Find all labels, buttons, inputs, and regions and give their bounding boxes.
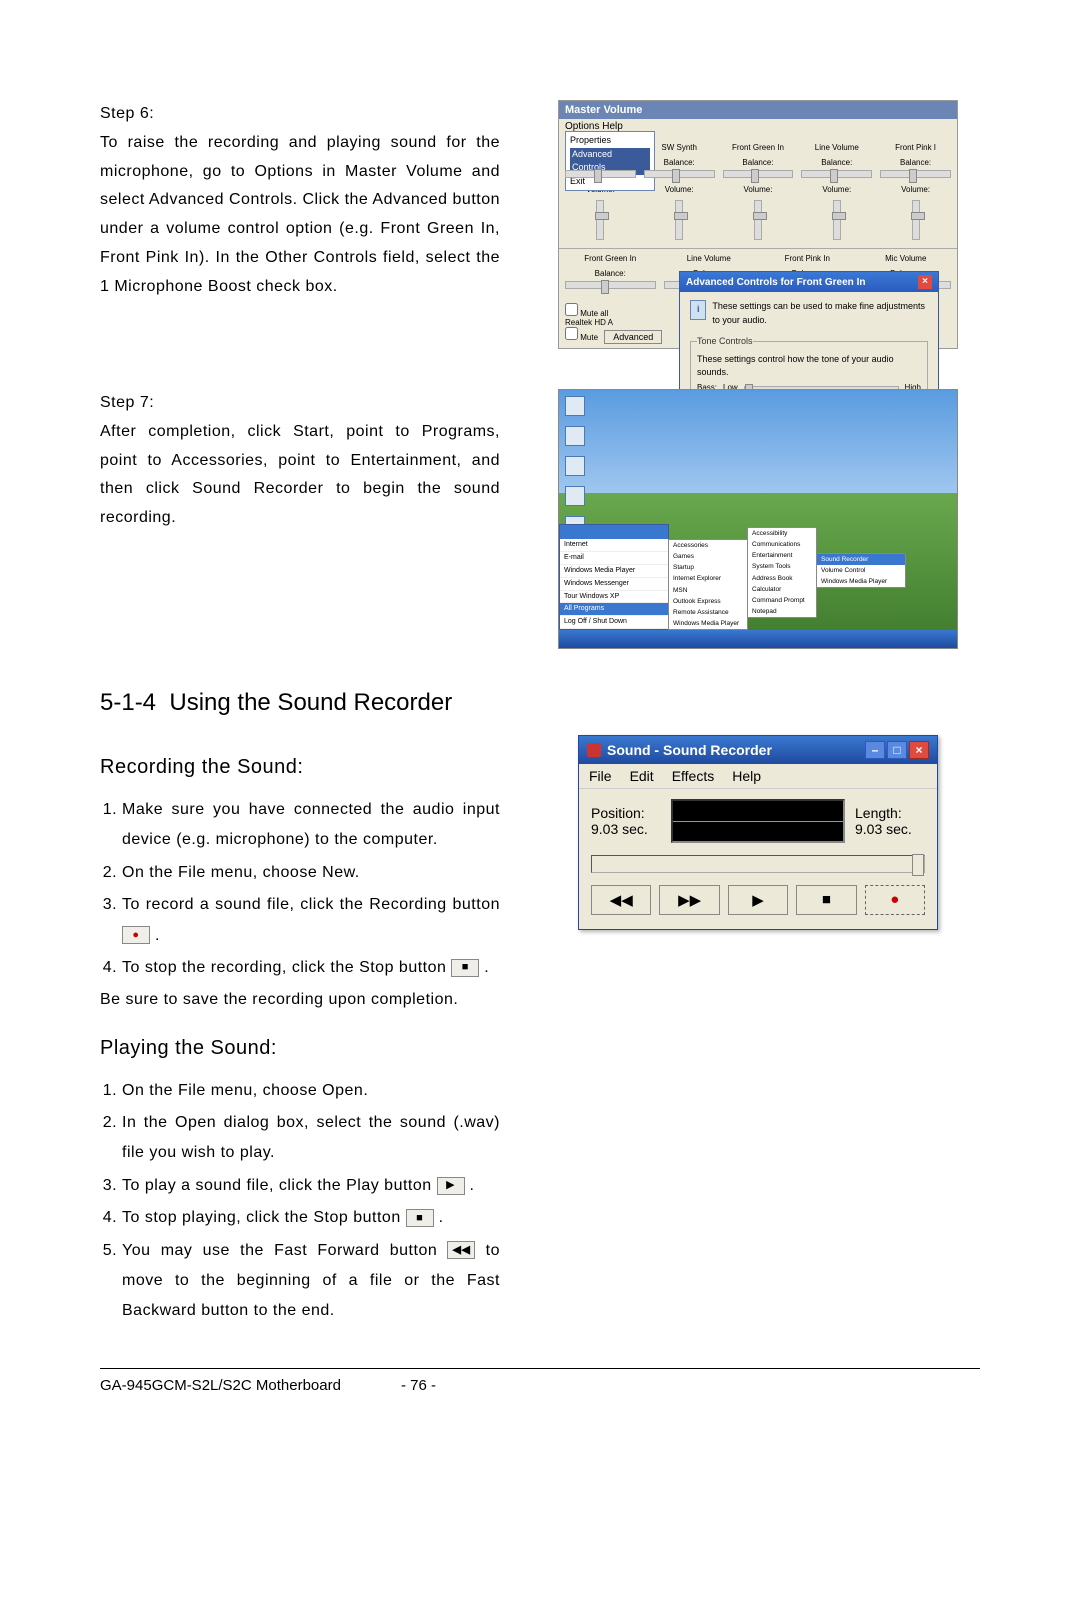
playing-steps: On the File menu, choose Open. In the Op… — [100, 1076, 500, 1327]
seek-start-button[interactable]: ◀◀ — [591, 885, 651, 915]
section-title: 5-1-4 Using the Sound Recorder — [100, 689, 980, 717]
playing-title: Playing the Sound: — [100, 1030, 500, 1066]
seek-slider[interactable] — [591, 855, 925, 873]
sr-menubar[interactable]: File Edit Effects Help — [579, 764, 937, 789]
adv-title: Advanced Controls for Front Green In — [686, 277, 865, 288]
seek-end-button[interactable]: ▶▶ — [659, 885, 719, 915]
play-button[interactable]: ▶ — [728, 885, 788, 915]
close-icon[interactable]: × — [909, 741, 929, 759]
stop-icon: ■ — [406, 1209, 434, 1227]
sr-titlebar[interactable]: Sound - Sound Recorder – □ × — [579, 736, 937, 764]
speaker-icon — [587, 743, 601, 757]
step7-heading: Step 7: — [100, 394, 154, 411]
stop-button[interactable]: ■ — [796, 885, 856, 915]
stop-icon: ■ — [451, 959, 479, 977]
master-volume-window: Master Volume Options Help Properties Ad… — [558, 100, 958, 349]
step7-text: Step 7: After completion, click Start, p… — [100, 389, 500, 649]
record-button[interactable]: ● — [865, 885, 925, 915]
mv-titlebar[interactable]: Master Volume — [559, 101, 957, 119]
info-icon: i — [690, 300, 706, 320]
page-number: - 76 - — [401, 1377, 436, 1394]
fast-forward-icon: ◀◀ — [447, 1241, 475, 1259]
volume-slider[interactable] — [596, 200, 604, 240]
step6-text: Step 6: To raise the recording and playi… — [100, 100, 500, 349]
recording-steps: Make sure you have connected the audio i… — [100, 795, 500, 983]
play-icon: ▶ — [437, 1177, 465, 1195]
maximize-icon[interactable]: □ — [887, 741, 907, 759]
step6-heading: Step 6: — [100, 105, 154, 122]
accessories-submenu[interactable]: Accessibility Communications Entertainme… — [747, 527, 817, 618]
balance-slider[interactable] — [565, 170, 636, 178]
entertainment-submenu[interactable]: Sound Recorder Volume Control Windows Me… — [816, 553, 906, 588]
product-name: GA-945GCM-S2L/S2C Motherboard — [100, 1377, 341, 1394]
mute-all-checkbox[interactable]: Mute all — [565, 309, 608, 318]
programs-submenu[interactable]: Accessories Games Startup Internet Explo… — [668, 539, 748, 630]
start-menu[interactable]: Internet E-mail Windows Media Player Win… — [559, 524, 669, 630]
recording-title: Recording the Sound: — [100, 749, 500, 785]
advanced-button[interactable]: Advanced — [604, 330, 662, 344]
page-footer: GA-945GCM-S2L/S2C Motherboard - 76 - — [100, 1368, 980, 1394]
sound-recorder-window: Sound - Sound Recorder – □ × File Edit E… — [578, 735, 938, 930]
taskbar[interactable] — [559, 630, 957, 648]
minimize-icon[interactable]: – — [865, 741, 885, 759]
waveform-display — [671, 799, 845, 843]
close-icon[interactable]: × — [918, 275, 932, 289]
length-value: 9.03 sec. — [855, 821, 912, 837]
options-dropdown[interactable]: Properties Advanced Controls Exit — [565, 131, 655, 191]
desktop-screenshot: Internet E-mail Windows Media Player Win… — [558, 389, 958, 649]
mute-checkbox[interactable]: Mute — [565, 333, 598, 342]
dd-properties[interactable]: Properties — [570, 134, 650, 148]
desktop-icons — [565, 396, 585, 536]
record-icon: ● — [122, 926, 150, 944]
position-value: 9.03 sec. — [591, 821, 648, 837]
